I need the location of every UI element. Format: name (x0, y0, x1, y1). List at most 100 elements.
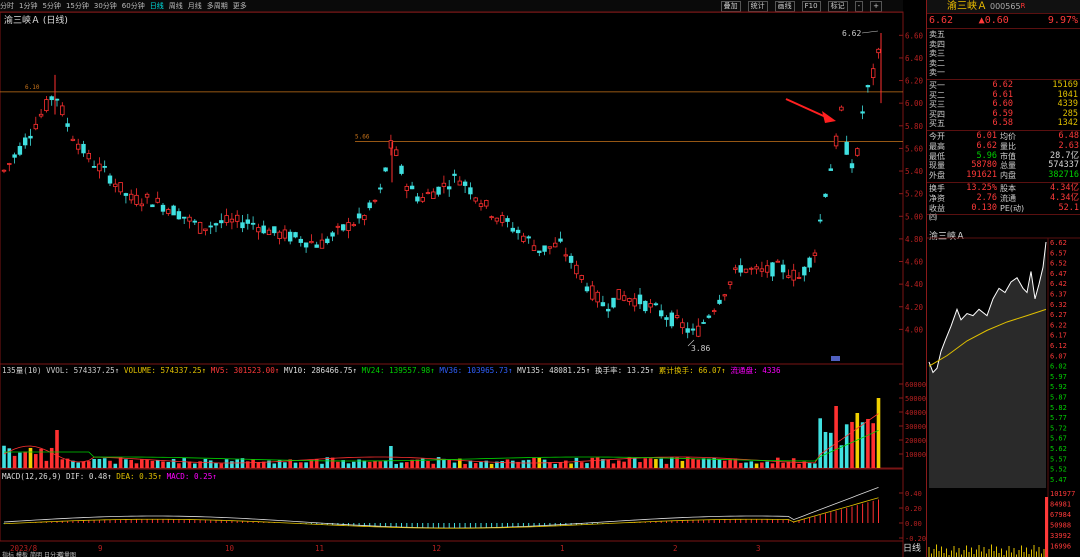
candle-body (531, 245, 537, 251)
volume-bar (383, 460, 388, 468)
volume-indicator-line: 135量(10) VVOL: 574337.25↑ VOLUME: 574337… (2, 365, 781, 375)
candle-body (415, 196, 420, 202)
candle-body (770, 262, 775, 277)
date-axis-label: 3 (756, 544, 761, 553)
price-frame (0, 11, 904, 365)
volume-axis-label: 30000 (905, 423, 926, 431)
candle-body (378, 187, 383, 190)
candle-body (627, 298, 632, 302)
volume-bar (760, 462, 764, 468)
date-axis-label: 12 (432, 544, 441, 553)
volume-bar (299, 462, 303, 468)
volume-bar (622, 461, 626, 468)
volume-bar (304, 462, 308, 468)
candle-body (272, 226, 277, 234)
candle-body (250, 222, 256, 225)
mini-price-label: 6.57 (1050, 249, 1067, 257)
candle-body (144, 193, 150, 198)
bottom-tab-4[interactable]: 增量图 (58, 551, 76, 557)
candle-body (176, 211, 182, 220)
candle-body (22, 137, 28, 146)
bottom-tab-1[interactable]: 模板 (16, 551, 28, 557)
candle-body (367, 202, 372, 209)
dif-line (3, 486, 879, 529)
volume-bar (850, 421, 854, 468)
volume-bar (293, 462, 298, 468)
candle-body (494, 217, 500, 222)
volume-bar (511, 460, 515, 468)
mini-price-label: 6.47 (1050, 270, 1067, 278)
volume-bar (807, 462, 812, 468)
candle-body (330, 232, 335, 237)
mini-price-area (929, 242, 1046, 488)
candle-body (7, 163, 12, 165)
candle-body (60, 105, 65, 116)
volume-bar (140, 459, 144, 468)
candle-body (325, 238, 330, 243)
candle-body (256, 227, 261, 233)
candlestick-chart[interactable]: 6.60 6.40 6.20 6.00 5.80 5.60 5.40 5.20 5.00 4.80… (0, 0, 926, 557)
candle-body (150, 204, 155, 208)
volume-bar (330, 457, 335, 468)
price-axis-label: 6.60 (905, 31, 924, 40)
indicator-2: MV5: 301523.00↑ (211, 366, 284, 375)
intraday-mini-chart[interactable]: 6.62 6.57 6.52 6.47 6.42 6.37 6.32 6.27 6.22 6.17… (927, 0, 1080, 557)
price-axis-label: 4.40 (905, 280, 924, 289)
candle-body (690, 328, 696, 331)
volume-bar (44, 460, 49, 468)
price-axis-label: 6.20 (905, 77, 924, 86)
macd-item-1: DEA: 0.35↑ (116, 472, 166, 481)
price-axis-label: 4.60 (905, 258, 924, 267)
volume-bar (654, 459, 658, 468)
volume-bar (177, 463, 181, 468)
volume-bar (97, 458, 102, 468)
period-tab[interactable]: 日线 (903, 541, 921, 554)
volume-bar (579, 462, 584, 468)
volume-bar (399, 462, 404, 468)
volume-bar (405, 462, 409, 468)
volume-axis-label: 10000 (905, 451, 926, 459)
candle-body (865, 85, 871, 88)
volume-bar (813, 463, 817, 468)
candle-body (314, 244, 319, 248)
candle-body (584, 286, 590, 292)
bottom-tab-0[interactable]: 指标 (2, 551, 14, 557)
candle-body (91, 166, 97, 168)
volume-bar (829, 432, 833, 468)
candle-body (224, 215, 229, 223)
dea-line (3, 497, 879, 529)
candle-body (860, 111, 865, 114)
mini-vol-label: 16996 (1050, 543, 1071, 551)
volume-bar (744, 462, 748, 468)
volume-bar (452, 462, 457, 468)
volume-bar (776, 457, 780, 468)
volume-bar (134, 463, 139, 468)
candle-body (213, 223, 219, 226)
volume-bar (473, 463, 478, 468)
candle-body (81, 143, 86, 154)
volume-bar (574, 457, 579, 468)
candle-body (340, 224, 346, 231)
bottom-tab-2[interactable]: 简明 (30, 551, 42, 557)
volume-bar (23, 451, 27, 468)
volume-bar (92, 458, 96, 468)
candle-body (362, 215, 367, 221)
volume-bar (235, 459, 239, 468)
candle-body (786, 275, 791, 278)
volume-frame (0, 363, 904, 469)
volume-bar (569, 463, 573, 468)
candle-body (33, 123, 38, 130)
volume-bar (426, 461, 430, 468)
volume-bar (283, 462, 287, 468)
candle-body (696, 325, 701, 337)
mini-price-label: 5.62 (1050, 445, 1067, 453)
mini-price-label: 5.87 (1050, 394, 1067, 402)
candle-body (701, 322, 706, 324)
volume-bar (553, 463, 557, 468)
candle-body (579, 275, 584, 280)
candle-body (568, 255, 574, 263)
candle-body (706, 315, 712, 318)
volume-bar (373, 460, 377, 468)
candle-body (17, 146, 23, 155)
volume-bar (219, 463, 224, 468)
